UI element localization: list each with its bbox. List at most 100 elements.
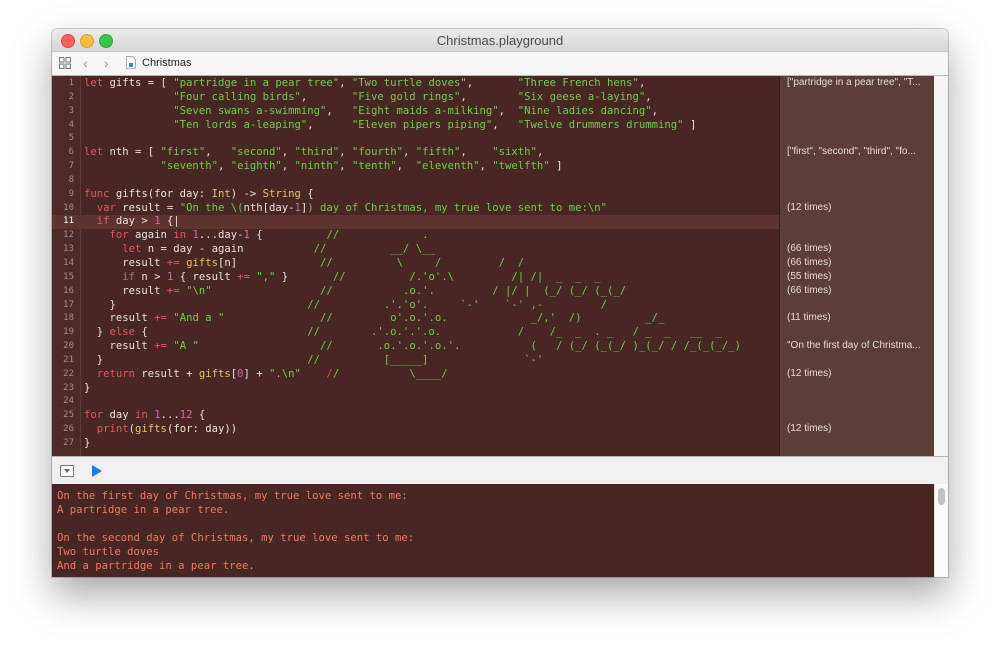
code-line[interactable]: 16 result += "\n" // .o.'. / |/ | (_/ (_…: [52, 285, 779, 299]
result-value[interactable]: ["partridge in a pear tree", "T...: [787, 77, 933, 88]
code-line[interactable]: 27}: [52, 437, 779, 451]
playground-window: Christmas.playground ‹ › Christmas 1 let …: [52, 29, 948, 577]
code-line[interactable]: 13 let n = day - again // __/ \__: [52, 243, 779, 257]
result-value[interactable]: (12 times): [787, 202, 933, 213]
source-code[interactable]: 1 let gifts = [ "partridge in a pear tree…: [52, 77, 779, 451]
code-line[interactable]: 23}: [52, 382, 779, 396]
result-value[interactable]: (55 times): [787, 271, 933, 282]
chevron-left-icon[interactable]: ‹: [83, 55, 88, 71]
line-text[interactable]: for again in 1...day-1 { // .: [84, 229, 429, 243]
code-line[interactable]: 25 for day in 1...12 {: [52, 409, 779, 423]
code-line[interactable]: 12 for again in 1...day-1 { // .: [52, 229, 779, 243]
line-number: 17: [63, 299, 74, 310]
code-line[interactable]: 18 result += "And a " // o'.o.'.o. _/,' …: [52, 312, 779, 326]
line-text[interactable]: if day > 1 {|: [84, 215, 180, 229]
code-line[interactable]: 3 "Seven swans a-swimming", "Eight maids…: [52, 105, 779, 119]
line-text[interactable]: for day in 1...12 {: [84, 409, 205, 423]
line-number: 9: [68, 188, 74, 199]
chevron-right-icon[interactable]: ›: [104, 55, 109, 71]
code-line[interactable]: 1 let gifts = [ "partridge in a pear tree…: [52, 77, 779, 91]
line-number: 16: [63, 285, 74, 296]
result-value[interactable]: (66 times): [787, 285, 933, 296]
line-number: 7: [68, 161, 74, 172]
console-scroll-thumb[interactable]: [938, 488, 945, 505]
debug-bar: [52, 456, 948, 485]
code-line[interactable]: 8: [52, 174, 779, 188]
line-number: 23: [63, 382, 74, 393]
code-line[interactable]: 22 return result + gifts[0] + ".\n" // \…: [52, 368, 779, 382]
code-line[interactable]: 15 if n > 1 { result += "," } // /.'o'.\…: [52, 271, 779, 285]
result-value[interactable]: "On the first day of Christma...: [787, 340, 933, 351]
line-text[interactable]: return result + gifts[0] + ".\n" // \___…: [84, 368, 448, 382]
line-number: 20: [63, 341, 74, 352]
line-number: 24: [63, 396, 74, 407]
line-number: 25: [63, 410, 74, 421]
line-number: 22: [63, 368, 74, 379]
line-number: 3: [68, 105, 74, 116]
code-line[interactable]: 9 func gifts(for day: Int) -> String {: [52, 188, 779, 202]
code-line[interactable]: 26 print(gifts(for: day)): [52, 423, 779, 437]
breadcrumb-file[interactable]: Christmas: [142, 57, 192, 69]
window-title: Christmas.playground: [436, 33, 564, 48]
line-number: 14: [63, 257, 74, 268]
line-number: 11: [63, 216, 74, 227]
line-text[interactable]: result += "\n" // .o.'. / |/ | (_/ (_/ (…: [84, 285, 626, 299]
hide-debug-area-icon[interactable]: [60, 465, 74, 477]
play-icon[interactable]: [92, 465, 102, 477]
code-line[interactable]: 7 "seventh", "eighth", "ninth", "tenth",…: [52, 160, 779, 174]
console-line: Two turtle doves: [57, 546, 160, 558]
result-value[interactable]: (66 times): [787, 243, 933, 254]
line-text[interactable]: let nth = [ "first", "second", "third", …: [84, 146, 543, 160]
line-text[interactable]: "seventh", "eighth", "ninth", "tenth", "…: [84, 160, 563, 174]
line-text[interactable]: let n = day - again // __/ \__: [84, 243, 435, 257]
console-line: And a partridge in a pear tree.: [57, 560, 255, 572]
line-text[interactable]: } else { // .'.o.'.'.o. / /_ _ . _ / _ _…: [84, 326, 722, 340]
line-text[interactable]: if n > 1 { result += "," } // /.'o'.\ /|…: [84, 271, 600, 285]
code-line[interactable]: 24: [52, 395, 779, 409]
line-text[interactable]: result += "A " // .o.'.o.'.o.'. ( / (_/ …: [84, 340, 741, 354]
result-value[interactable]: ["first", "second", "third", "fo...: [787, 146, 933, 157]
code-line[interactable]: 21 } // [_____] `-': [52, 354, 779, 368]
code-line[interactable]: 6 let nth = [ "first", "second", "third",…: [52, 146, 779, 160]
results-sidebar: ["partridge in a pear tree", "T... ["firs…: [779, 76, 935, 456]
line-text[interactable]: "Seven swans a-swimming", "Eight maids a…: [84, 105, 658, 119]
code-line[interactable]: 17 } // .'.'o'. `-' `-' ,- /: [52, 299, 779, 313]
code-line[interactable]: 5: [52, 132, 779, 146]
result-value[interactable]: (66 times): [787, 257, 933, 268]
code-line[interactable]: 4 "Ten lords a-leaping", "Eleven pipers …: [52, 119, 779, 133]
line-text[interactable]: func gifts(for day: Int) -> String {: [84, 188, 314, 202]
console-line: A partridge in a pear tree.: [57, 504, 230, 516]
line-text[interactable]: print(gifts(for: day)): [84, 423, 237, 437]
line-text[interactable]: }: [84, 382, 90, 396]
line-text[interactable]: var result = "On the \(nth[day-1]) day o…: [84, 202, 607, 216]
line-number: 21: [63, 354, 74, 365]
code-line[interactable]: 14 result += gifts[n] // \ / / /: [52, 257, 779, 271]
line-text[interactable]: let gifts = [ "partridge in a pear tree"…: [84, 77, 645, 91]
code-line[interactable]: 2 "Four calling birds", "Five gold rings…: [52, 91, 779, 105]
line-number: 13: [63, 244, 74, 255]
line-text[interactable]: } // [_____] `-': [84, 354, 543, 368]
line-text[interactable]: } // .'.'o'. `-' `-' ,- /: [84, 299, 608, 313]
line-text[interactable]: result += "And a " // o'.o.'.o. _/,' /) …: [84, 312, 665, 326]
console-line: On the second day of Christmas, my true …: [57, 532, 415, 544]
line-number: 10: [63, 202, 74, 213]
line-text[interactable]: result += gifts[n] // \ / / /: [84, 257, 524, 271]
playground-file-icon: [126, 56, 136, 69]
jump-bar: ‹ › Christmas: [52, 52, 948, 76]
result-value[interactable]: (11 times): [787, 312, 933, 323]
result-value[interactable]: (12 times): [787, 423, 933, 434]
line-text[interactable]: }: [84, 437, 90, 451]
line-text[interactable]: "Four calling birds", "Five gold rings",…: [84, 91, 651, 105]
line-number: 27: [63, 437, 74, 448]
code-editor[interactable]: 1 let gifts = [ "partridge in a pear tree…: [52, 76, 779, 456]
line-number: 1: [68, 78, 74, 88]
code-line[interactable]: 10 var result = "On the \(nth[day-1]) da…: [52, 202, 779, 216]
code-line[interactable]: 11 if day > 1 {|: [52, 215, 779, 230]
grid-icon[interactable]: [59, 57, 71, 69]
line-number: 4: [68, 119, 74, 130]
console-scrollbar[interactable]: [934, 484, 948, 577]
result-value[interactable]: (12 times): [787, 368, 933, 379]
code-line[interactable]: 20 result += "A " // .o.'.o.'.o.'. ( / (…: [52, 340, 779, 354]
code-line[interactable]: 19 } else { // .'.o.'.'.o. / /_ _ . _ / …: [52, 326, 779, 340]
line-text[interactable]: "Ten lords a-leaping", "Eleven pipers pi…: [84, 119, 696, 133]
